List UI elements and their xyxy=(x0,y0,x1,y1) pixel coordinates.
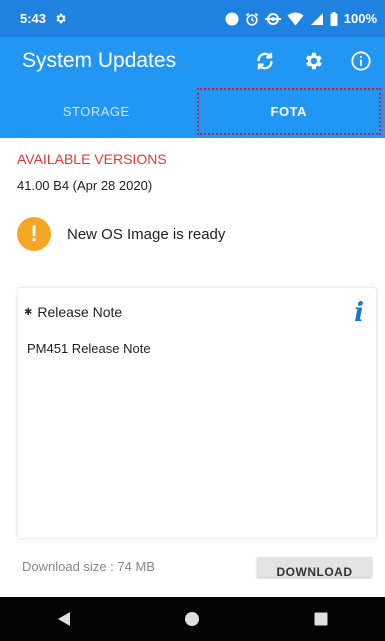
tab-storage[interactable]: STORAGE xyxy=(0,85,193,138)
version-text: 41.00 B4 (Apr 28 2020) xyxy=(17,178,153,193)
signal-icon xyxy=(310,12,324,26)
data-saver-icon xyxy=(264,12,281,26)
release-note-title: Release Note xyxy=(37,304,123,320)
back-icon xyxy=(57,611,71,627)
alarm-icon xyxy=(245,12,259,26)
info-icon xyxy=(350,50,372,72)
home-icon xyxy=(184,611,200,627)
status-message-row: ! New OS Image is ready xyxy=(17,217,225,251)
recents-icon xyxy=(314,612,328,626)
recents-button[interactable] xyxy=(301,599,341,639)
tab-bar: STORAGE FOTA xyxy=(0,85,385,138)
sync-icon xyxy=(254,50,276,72)
sync-button[interactable] xyxy=(253,49,277,73)
battery-percent: 100% xyxy=(343,11,377,26)
download-button[interactable]: DOWNLOAD xyxy=(257,557,372,577)
available-versions-heading: AVAILABLE VERSIONS xyxy=(17,151,167,167)
app-actions xyxy=(253,49,373,73)
release-note-card: ✱ Release Note i PM451 Release Note xyxy=(17,287,377,539)
download-size: Download size : 74 MB xyxy=(22,559,155,574)
highlight-box xyxy=(196,88,381,135)
back-button[interactable] xyxy=(44,599,84,639)
tab-storage-label: STORAGE xyxy=(62,104,130,119)
asterisk-icon: ✱ xyxy=(24,306,33,318)
exclamation-icon: ! xyxy=(17,217,51,251)
settings-button[interactable] xyxy=(301,49,325,73)
release-note-header: ✱ Release Note xyxy=(24,304,122,320)
release-note-text: PM451 Release Note xyxy=(27,341,151,356)
gear-icon xyxy=(54,12,67,25)
navigation-bar xyxy=(0,597,385,641)
status-time: 5:43 xyxy=(20,11,47,26)
download-button-label: DOWNLOAD xyxy=(276,565,353,577)
release-info-icon[interactable]: i xyxy=(354,298,364,328)
status-message: New OS Image is ready xyxy=(67,225,226,243)
app-bar: System Updates xyxy=(0,37,385,85)
settings-gear-icon xyxy=(302,50,324,72)
page-title: System Updates xyxy=(22,49,177,72)
info-button[interactable] xyxy=(349,49,373,73)
circle-icon xyxy=(225,12,239,26)
battery-icon xyxy=(330,11,338,26)
status-left: 5:43 xyxy=(20,11,67,26)
wifi-icon xyxy=(287,11,304,26)
status-right: 100% xyxy=(225,11,377,26)
home-button[interactable] xyxy=(172,599,212,639)
status-bar: 5:43 100% xyxy=(0,0,385,37)
tab-fota[interactable]: FOTA xyxy=(193,85,385,138)
